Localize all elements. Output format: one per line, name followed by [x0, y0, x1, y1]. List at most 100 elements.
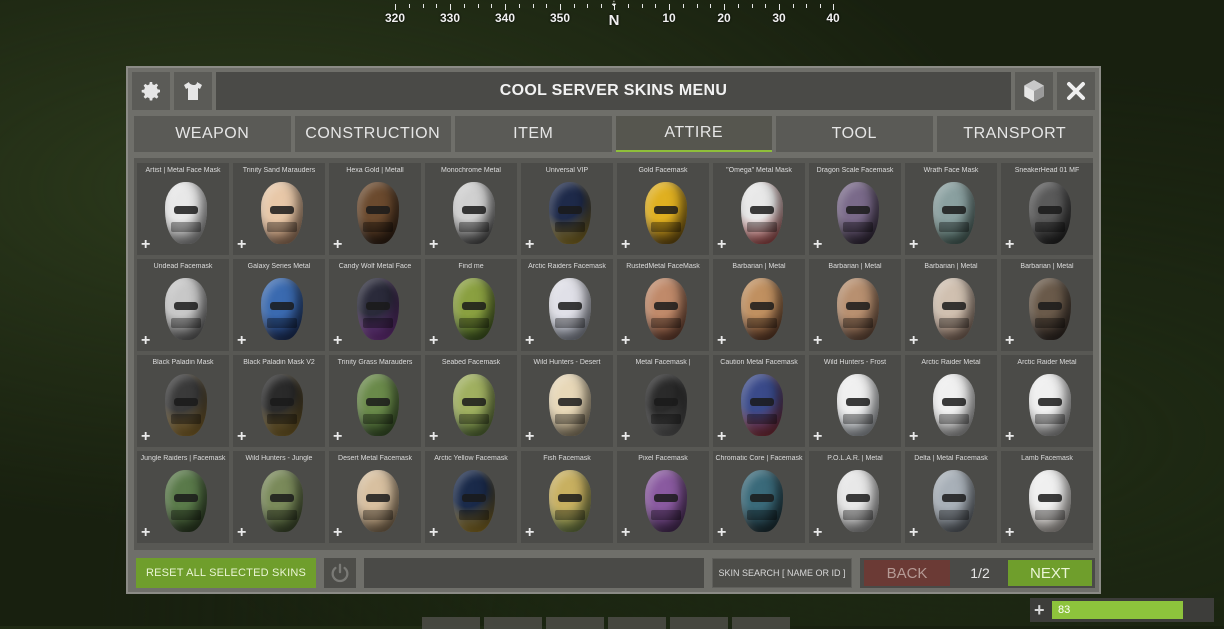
add-skin-icon[interactable]: + — [717, 429, 726, 445]
skin-card[interactable]: Find me + — [425, 259, 517, 351]
next-button[interactable]: NEXT — [1008, 560, 1092, 586]
add-skin-icon[interactable]: + — [525, 333, 534, 349]
hotbar-slot[interactable] — [484, 617, 542, 629]
skin-card[interactable]: Desert Metal Facemask + — [329, 451, 421, 543]
skin-card[interactable]: Barbarian | Metal + — [713, 259, 805, 351]
tab-item[interactable]: ITEM — [455, 116, 612, 152]
add-skin-icon[interactable]: + — [525, 525, 534, 541]
skin-card[interactable]: Black Paladin Mask + — [137, 355, 229, 447]
tab-transport[interactable]: TRANSPORT — [936, 116, 1093, 152]
add-skin-icon[interactable]: + — [237, 525, 246, 541]
skin-card[interactable]: Barbarian | Metal + — [905, 259, 997, 351]
tab-attire[interactable]: ATTIRE — [615, 116, 772, 152]
hotbar-slot[interactable] — [608, 617, 666, 629]
add-skin-icon[interactable]: + — [333, 525, 342, 541]
add-skin-icon[interactable]: + — [429, 237, 438, 253]
skin-card[interactable]: Chromatic Core | Facemask + — [713, 451, 805, 543]
add-skin-icon[interactable]: + — [717, 333, 726, 349]
skin-card[interactable]: Pixel Facemask + — [617, 451, 709, 543]
skin-card[interactable]: Artist | Metal Face Mask + — [137, 163, 229, 255]
skin-card[interactable]: Arctic Raider Metal + — [905, 355, 997, 447]
add-skin-icon[interactable]: + — [333, 333, 342, 349]
skin-card[interactable]: Trinity Sand Marauders + — [233, 163, 325, 255]
add-skin-icon[interactable]: + — [525, 429, 534, 445]
skin-card[interactable]: Trinity Grass Marauders + — [329, 355, 421, 447]
skin-card[interactable]: Wild Hunters - Jungle + — [233, 451, 325, 543]
add-skin-icon[interactable]: + — [141, 237, 150, 253]
add-skin-icon[interactable]: + — [525, 237, 534, 253]
cube-icon[interactable] — [1015, 72, 1053, 110]
skin-card[interactable]: Universal VIP + — [521, 163, 613, 255]
add-skin-icon[interactable]: + — [909, 429, 918, 445]
add-skin-icon[interactable]: + — [909, 237, 918, 253]
skin-search-input[interactable]: SKIN SEARCH [ NAME OR ID ] — [712, 558, 852, 588]
skin-card[interactable]: Gold Facemask + — [617, 163, 709, 255]
skin-card[interactable]: Undead Facemask + — [137, 259, 229, 351]
skin-card[interactable]: Wrath Face Mask + — [905, 163, 997, 255]
tab-weapon[interactable]: WEAPON — [134, 116, 291, 152]
add-skin-icon[interactable]: + — [237, 237, 246, 253]
skin-card[interactable]: "Omega" Metal Mask + — [713, 163, 805, 255]
skin-card[interactable]: Arctic Yellow Facemask + — [425, 451, 517, 543]
add-skin-icon[interactable]: + — [813, 525, 822, 541]
tab-tool[interactable]: TOOL — [776, 116, 933, 152]
skin-card[interactable]: Candy Wolf Metal Face + — [329, 259, 421, 351]
close-icon[interactable] — [1057, 72, 1095, 110]
add-skin-icon[interactable]: + — [237, 333, 246, 349]
skin-card[interactable]: Arctic Raiders Facemask + — [521, 259, 613, 351]
skin-card[interactable]: Monochrome Metal + — [425, 163, 517, 255]
skin-card[interactable]: Wild Hunters - Desert + — [521, 355, 613, 447]
skin-card[interactable]: Hexa Gold | Metall + — [329, 163, 421, 255]
add-skin-icon[interactable]: + — [621, 333, 630, 349]
add-skin-icon[interactable]: + — [141, 525, 150, 541]
add-skin-icon[interactable]: + — [237, 429, 246, 445]
back-button[interactable]: BACK — [864, 560, 950, 586]
add-skin-icon[interactable]: + — [1005, 237, 1014, 253]
skin-card[interactable]: Seabed Facemask + — [425, 355, 517, 447]
hotbar-slot[interactable] — [670, 617, 728, 629]
add-skin-icon[interactable]: + — [141, 429, 150, 445]
add-skin-icon[interactable]: + — [717, 525, 726, 541]
add-skin-icon[interactable]: + — [813, 237, 822, 253]
skin-card[interactable]: Caution Metal Facemask + — [713, 355, 805, 447]
add-skin-icon[interactable]: + — [813, 333, 822, 349]
skin-card[interactable]: Jungle Raiders | Facemask + — [137, 451, 229, 543]
add-skin-icon[interactable]: + — [909, 333, 918, 349]
add-skin-icon[interactable]: + — [429, 525, 438, 541]
add-skin-icon[interactable]: + — [333, 237, 342, 253]
add-skin-icon[interactable]: + — [1005, 429, 1014, 445]
skin-card[interactable]: Galaxy Series Metal + — [233, 259, 325, 351]
skin-card[interactable]: Wild Hunters - Frost + — [809, 355, 901, 447]
add-skin-icon[interactable]: + — [141, 333, 150, 349]
add-skin-icon[interactable]: + — [429, 333, 438, 349]
skin-card[interactable]: P.O.L.A.R. | Metal + — [809, 451, 901, 543]
skin-card[interactable]: Barbarian | Metal + — [1001, 259, 1093, 351]
shirt-icon[interactable] — [174, 72, 212, 110]
add-skin-icon[interactable]: + — [1005, 525, 1014, 541]
hotbar-slot[interactable] — [732, 617, 790, 629]
skin-card[interactable]: Delta | Metal Facemask + — [905, 451, 997, 543]
add-skin-icon[interactable]: + — [333, 429, 342, 445]
skin-card[interactable]: RustedMetal FaceMask + — [617, 259, 709, 351]
skin-card[interactable]: Metal Facemask | + — [617, 355, 709, 447]
hotbar-slot[interactable] — [546, 617, 604, 629]
hotbar-slot[interactable] — [422, 617, 480, 629]
skin-card[interactable]: Fish Facemask + — [521, 451, 613, 543]
add-skin-icon[interactable]: + — [717, 237, 726, 253]
power-icon[interactable] — [324, 558, 356, 588]
add-skin-icon[interactable]: + — [429, 429, 438, 445]
skin-card[interactable]: SneakerHead 01 MF + — [1001, 163, 1093, 255]
add-skin-icon[interactable]: + — [621, 525, 630, 541]
reset-all-button[interactable]: RESET ALL SELECTED SKINS — [136, 558, 316, 588]
add-skin-icon[interactable]: + — [813, 429, 822, 445]
skin-card[interactable]: Lamb Facemask + — [1001, 451, 1093, 543]
add-skin-icon[interactable]: + — [909, 525, 918, 541]
skin-card[interactable]: Black Paladin Mask V2 + — [233, 355, 325, 447]
add-skin-icon[interactable]: + — [621, 237, 630, 253]
tab-construction[interactable]: CONSTRUCTION — [294, 116, 451, 152]
skin-card[interactable]: Arctic Raider Metal + — [1001, 355, 1093, 447]
add-skin-icon[interactable]: + — [1005, 333, 1014, 349]
skin-card[interactable]: Barbarian | Metal + — [809, 259, 901, 351]
skin-card[interactable]: Dragon Scale Facemask + — [809, 163, 901, 255]
gear-icon[interactable] — [132, 72, 170, 110]
